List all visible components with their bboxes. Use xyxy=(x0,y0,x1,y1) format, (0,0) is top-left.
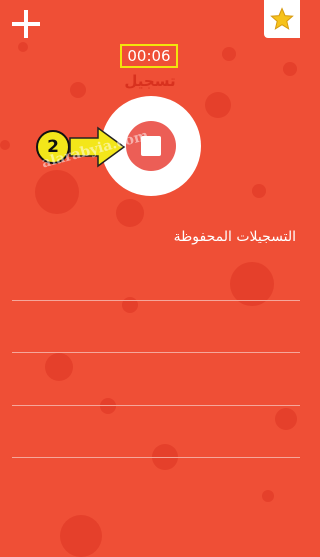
background-dot xyxy=(222,47,236,61)
saved-recordings-title: التسجيلات المحفوظة xyxy=(173,229,296,245)
background-dot xyxy=(60,515,102,557)
list-divider xyxy=(12,457,300,458)
add-recording-plus-icon[interactable] xyxy=(12,10,40,38)
list-divider xyxy=(12,405,300,406)
background-dot xyxy=(262,490,274,502)
list-divider xyxy=(12,300,300,301)
background-dot xyxy=(252,184,266,198)
recording-label: تسجيل xyxy=(124,72,176,90)
background-dot xyxy=(100,398,116,414)
background-dot xyxy=(283,62,297,76)
recording-timer: 00:06 xyxy=(120,44,178,68)
background-dot xyxy=(0,140,10,150)
background-dot xyxy=(116,199,144,227)
background-dot xyxy=(45,353,73,381)
star-icon xyxy=(270,7,294,30)
background-dot xyxy=(275,408,297,430)
list-divider xyxy=(12,352,300,353)
background-dot xyxy=(35,170,79,214)
background-dot xyxy=(18,42,28,52)
favorites-button[interactable] xyxy=(264,0,300,38)
background-dot xyxy=(70,82,86,98)
